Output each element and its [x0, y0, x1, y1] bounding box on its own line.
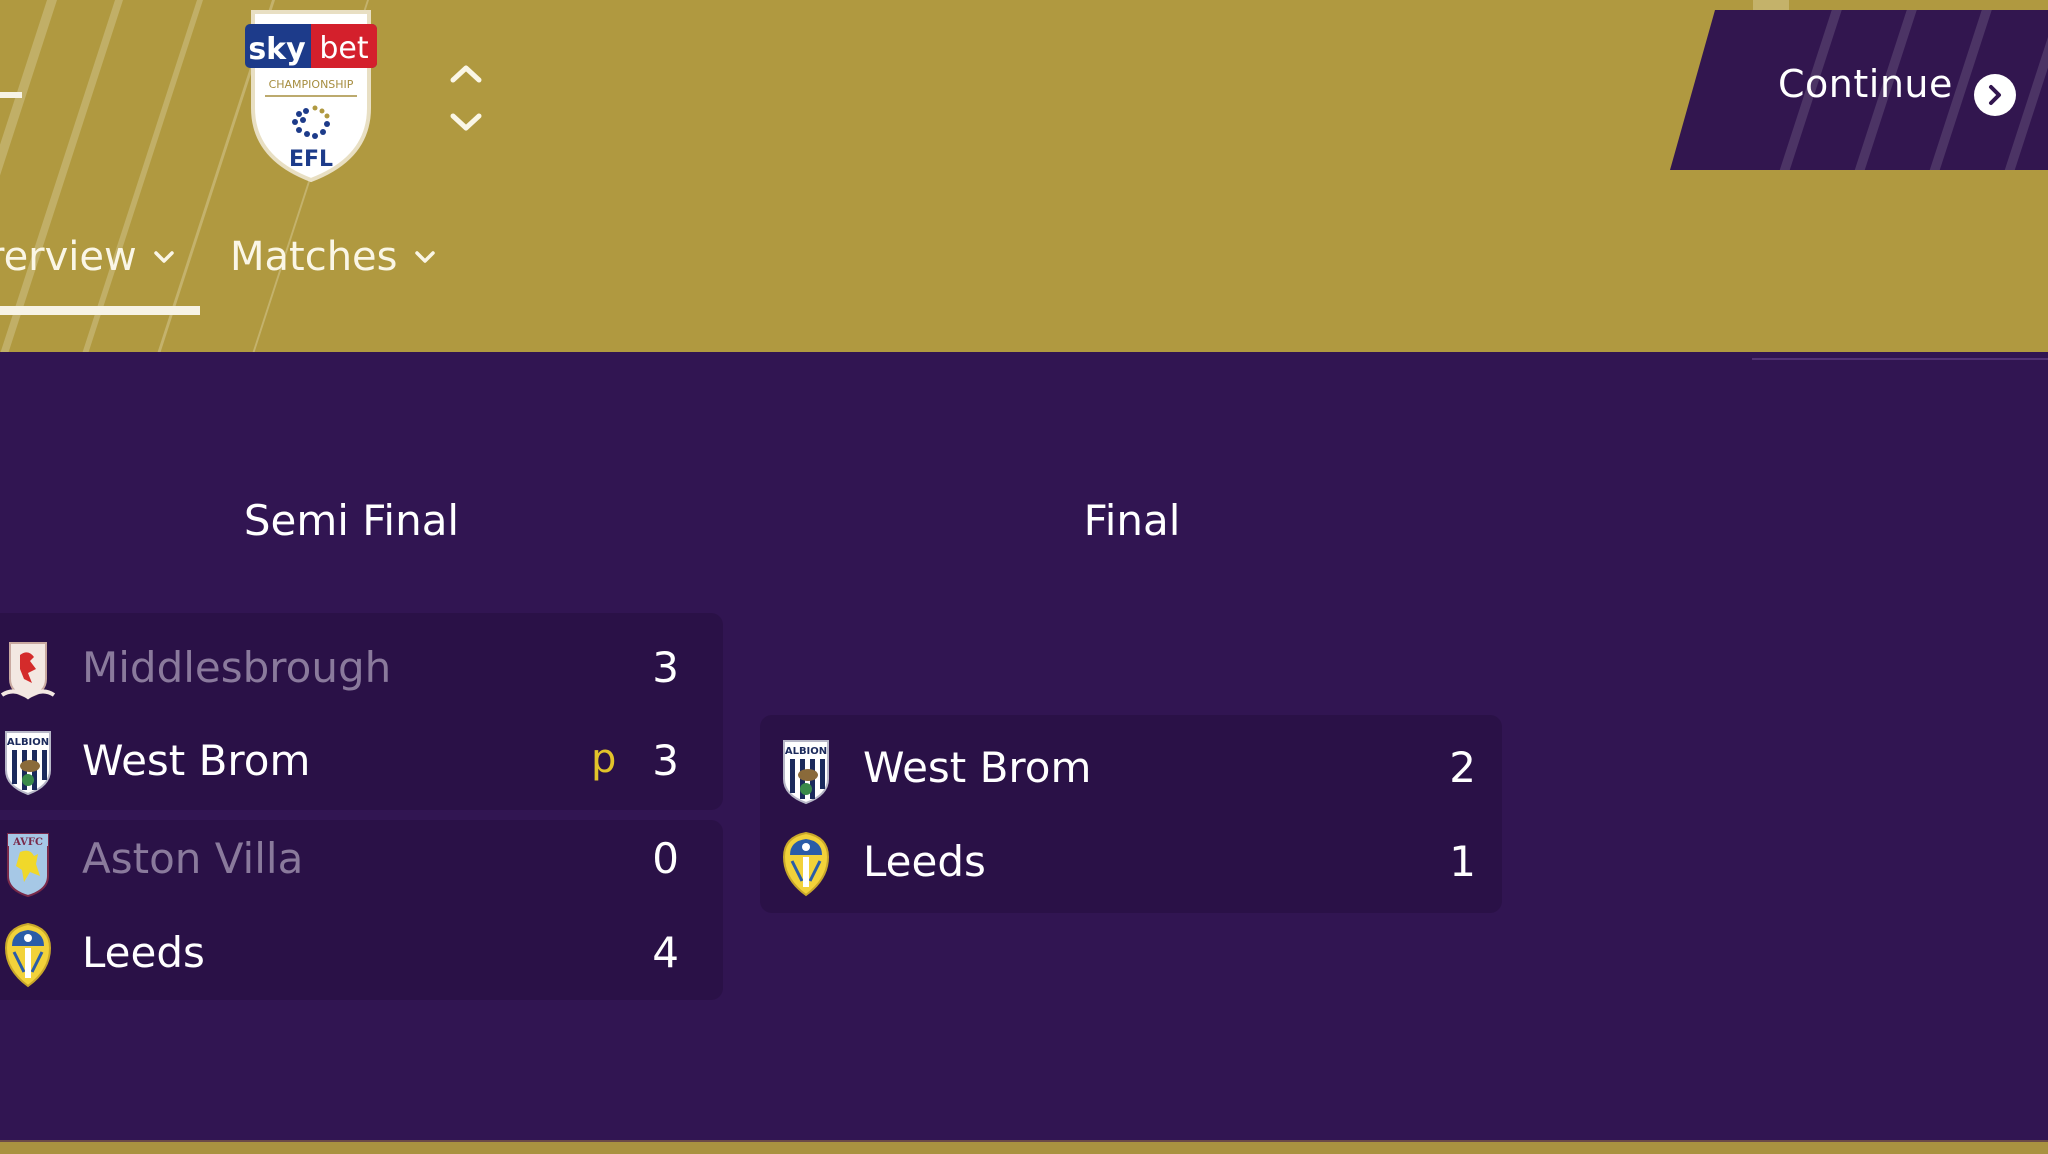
tab-matches[interactable]: Matches	[230, 226, 436, 288]
tab-matches-label: Matches	[230, 234, 398, 280]
team-score: 2	[1449, 743, 1476, 792]
chevron-down-icon	[153, 251, 174, 263]
leeds-crest-icon	[782, 831, 830, 897]
match-card-semi-final-2[interactable]: AVFC Aston Villa 0 Leeds 4	[0, 820, 723, 1000]
logo-sponsor-left: sky	[248, 32, 306, 67]
svg-text:AVFC: AVFC	[12, 837, 43, 848]
match-card-semi-final-1[interactable]: Middlesbrough 3 ALBION West Brom p 3	[0, 613, 723, 810]
team-row[interactable]: AVFC Aston Villa 0	[0, 824, 723, 904]
middlesbrough-crest-icon	[0, 642, 56, 700]
team-score: 3	[652, 736, 679, 785]
tab-overview-label: rerview	[0, 234, 137, 280]
team-score: 4	[652, 928, 679, 977]
continue-label: Continue	[1778, 62, 1953, 106]
match-card-final[interactable]: ALBION West Brom 2 Leeds 1	[760, 715, 1502, 913]
svg-text:ALBION: ALBION	[785, 746, 827, 757]
chevron-right-circle-icon	[1974, 74, 2016, 116]
team-name: Leeds	[82, 928, 205, 977]
team-row[interactable]: Leeds 1	[760, 827, 1502, 907]
team-name: West Brom	[82, 736, 311, 785]
logo-sponsor-right: bet	[319, 31, 369, 66]
tab-overview[interactable]: rerview	[0, 226, 175, 288]
svg-text:ALBION: ALBION	[7, 737, 49, 748]
round-title-semi-final: Semi Final	[243, 496, 460, 545]
team-name: West Brom	[863, 743, 1092, 792]
team-name: Aston Villa	[82, 834, 304, 883]
round-title-final: Final	[1083, 496, 1181, 545]
team-name: Middlesbrough	[82, 643, 392, 692]
chevron-down-icon[interactable]	[450, 113, 482, 131]
chevron-up-icon[interactable]	[450, 65, 482, 83]
aston-villa-crest-icon: AVFC	[7, 833, 49, 898]
team-row[interactable]: ALBION West Brom p 3	[0, 726, 723, 806]
team-name: Leeds	[863, 837, 986, 886]
west-brom-crest-icon: ALBION	[783, 740, 829, 805]
chevron-down-icon	[414, 251, 435, 263]
team-score: 0	[652, 834, 679, 883]
penalties-indicator: p	[591, 736, 617, 782]
leeds-crest-icon	[4, 922, 52, 988]
team-row[interactable]: ALBION West Brom 2	[760, 733, 1502, 813]
competition-logo: sky bet CHAMPIONSHIP EFL	[243, 8, 379, 184]
header-divider	[1752, 358, 2048, 360]
header-stripe	[67, 0, 216, 352]
continue-button[interactable]: Continue	[1670, 10, 2048, 170]
active-tab-indicator	[0, 306, 200, 315]
back-indicator	[0, 92, 22, 98]
team-row[interactable]: Middlesbrough 3	[0, 633, 723, 713]
competition-switcher	[448, 58, 484, 142]
west-brom-crest-icon: ALBION	[5, 731, 51, 796]
window-edge-tab	[1753, 0, 1789, 10]
team-score: 1	[1449, 837, 1476, 886]
team-score: 3	[652, 643, 679, 692]
logo-league: CHAMPIONSHIP	[269, 78, 354, 91]
header-stripe	[0, 0, 136, 352]
logo-org: EFL	[289, 147, 333, 172]
team-row[interactable]: Leeds 4	[0, 918, 723, 998]
